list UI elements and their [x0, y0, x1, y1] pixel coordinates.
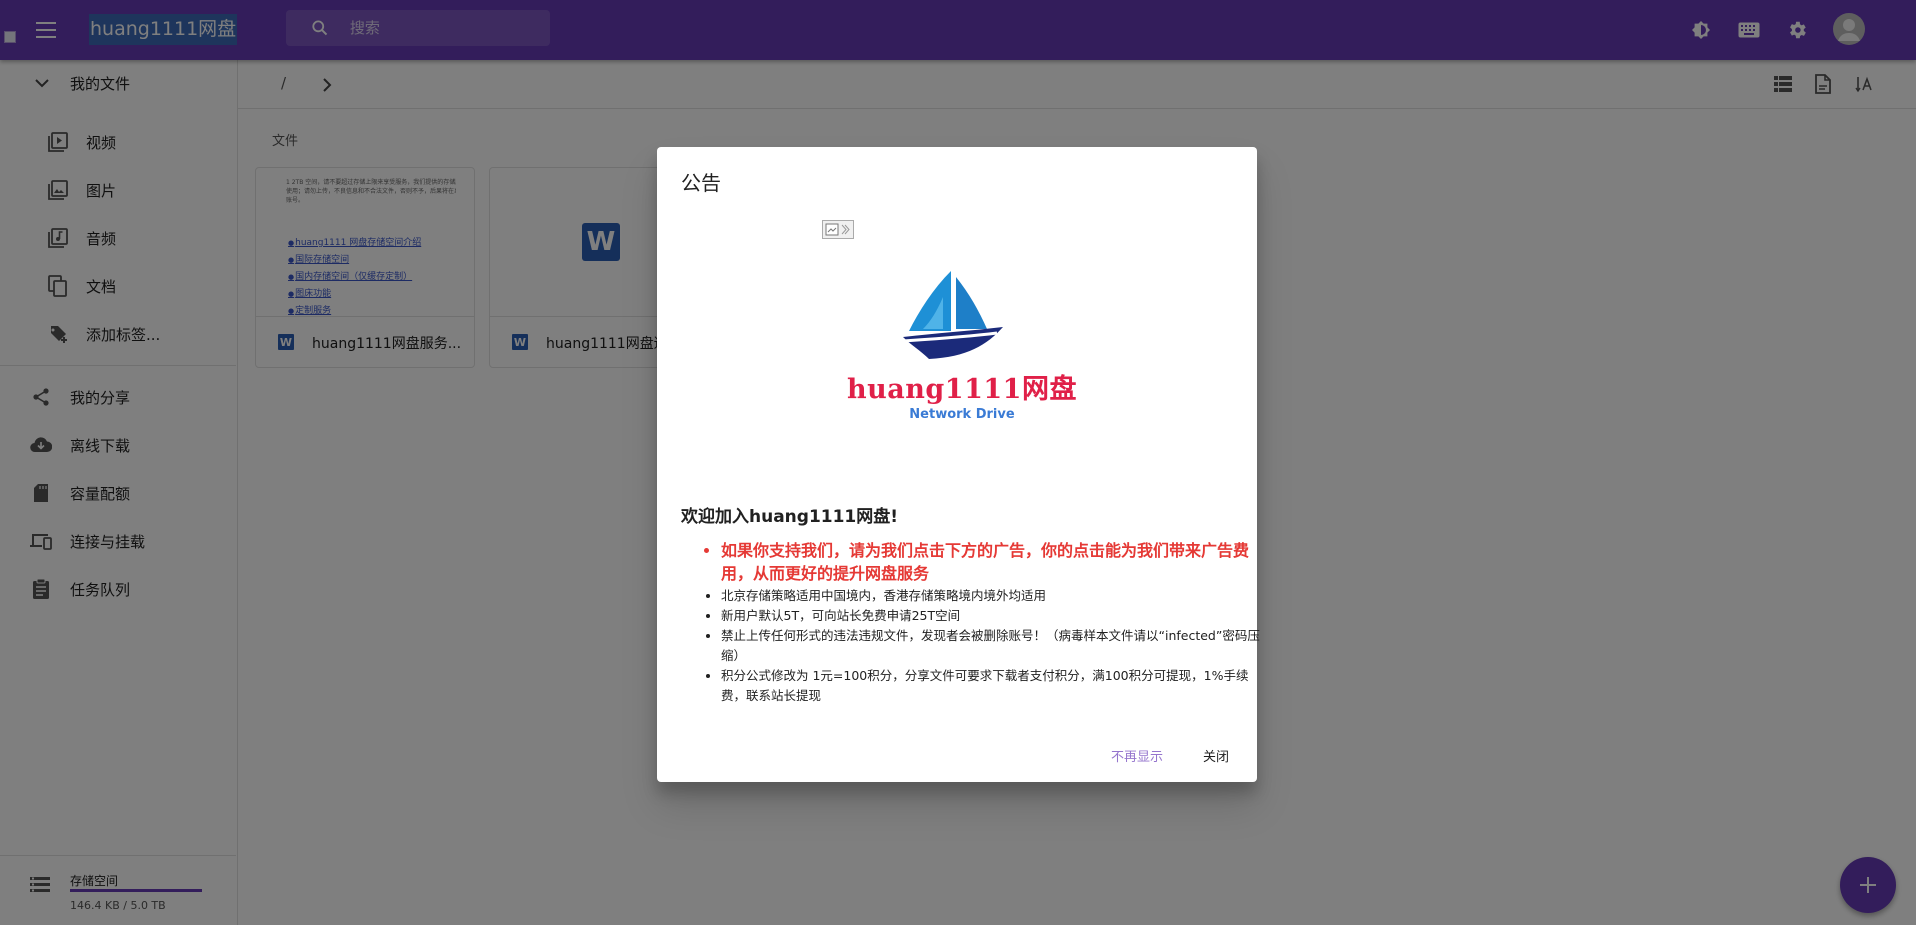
announcement-dialog: 公告 huang1111网盘 Network Drive 欢迎加入huang11… [657, 147, 1260, 782]
close-button[interactable]: 关闭 [1203, 746, 1229, 765]
announcement-item: 北京存储策略适用中国境内，香港存储策略境内境外均适用 [721, 586, 1266, 606]
dialog-actions: 不再显示 关闭 [657, 730, 1257, 782]
broken-image-icon [822, 220, 854, 239]
welcome-heading: 欢迎加入huang1111网盘! [681, 507, 899, 527]
announcement-list: 如果你支持我们，请为我们点击下方的广告，你的点击能为我们带来广告费用，从而更好的… [697, 539, 1266, 706]
sailboat-logo-icon [902, 271, 1003, 359]
dont-show-again-button[interactable]: 不再显示 [1111, 746, 1163, 765]
announcement-item: 禁止上传任何形式的违法违规文件，发现者会被删除账号！（病毒样本文件请以“infe… [721, 626, 1266, 666]
logo-text: huang1111网盘 [847, 374, 1077, 405]
logo-subtitle: Network Drive [909, 407, 1015, 422]
announcement-highlight: 如果你支持我们，请为我们点击下方的广告，你的点击能为我们带来广告费用，从而更好的… [721, 539, 1266, 585]
dialog-title: 公告 [681, 171, 721, 195]
brand-logo: huang1111网盘 Network Drive [847, 267, 1077, 437]
announcement-item: 新用户默认5T，可向站长免费申请25T空间 [721, 606, 1266, 626]
announcement-item: 积分公式修改为 1元=100积分，分享文件可要求下载者支付积分，满100积分可提… [721, 666, 1266, 706]
